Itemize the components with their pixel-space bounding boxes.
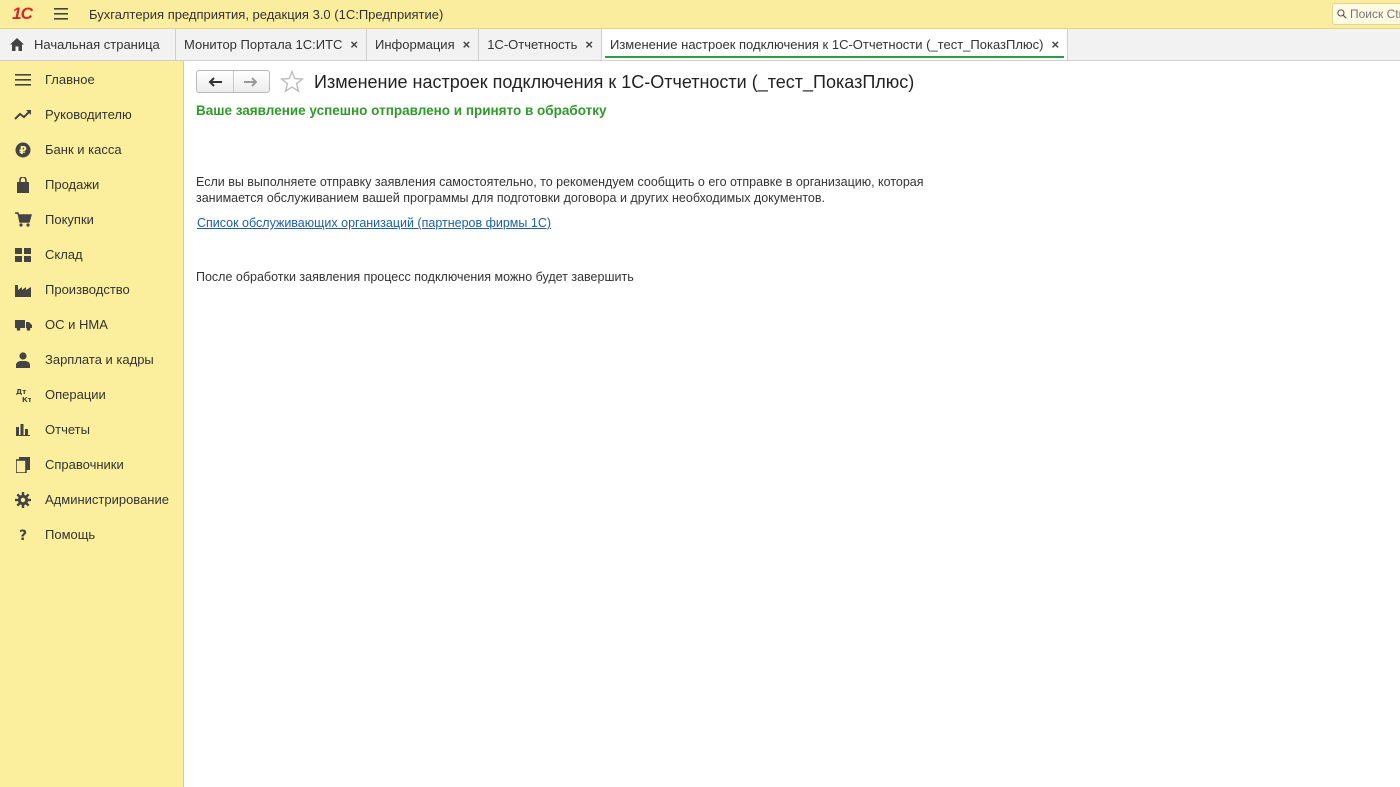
- close-icon[interactable]: ×: [585, 38, 593, 51]
- person-icon: [14, 351, 32, 369]
- menu-lines-icon: [14, 71, 32, 89]
- close-icon[interactable]: ×: [350, 38, 358, 51]
- after-processing-text: После обработки заявления процесс подклю…: [196, 270, 634, 284]
- sidebar-item-label: Руководителю: [45, 107, 132, 122]
- sidebar-item-salary[interactable]: Зарплата и кадры: [0, 342, 183, 377]
- books-icon: [14, 456, 32, 474]
- sidebar-item-bank[interactable]: ₽ Банк и касса: [0, 132, 183, 167]
- tab-label: Монитор Портала 1С:ИТС: [184, 37, 343, 52]
- cart-icon: [14, 211, 32, 229]
- arrow-left-icon: [208, 76, 222, 87]
- sidebar-item-purchases[interactable]: Покупки: [0, 202, 183, 237]
- logo-text: 1С: [12, 4, 33, 23]
- tab-label: Изменение настроек подключения к 1С-Отче…: [609, 37, 1044, 52]
- shopping-bag-icon: [14, 176, 32, 194]
- success-message: Ваше заявление успешно отправлено и прин…: [196, 103, 607, 118]
- sidebar-item-label: Главное: [45, 72, 95, 87]
- tab-bar: Начальная страница Монитор Портала 1С:ИТ…: [0, 29, 1400, 61]
- tab-label: Начальная страница: [34, 37, 160, 52]
- app-title: Бухгалтерия предприятия, редакция 3.0 (1…: [89, 6, 444, 22]
- sidebar-item-production[interactable]: Производство: [0, 272, 183, 307]
- tab-portal-monitor[interactable]: Монитор Портала 1С:ИТС ×: [176, 29, 368, 60]
- svg-text:₽: ₽: [19, 144, 27, 157]
- sidebar-item-administration[interactable]: Администрирование: [0, 482, 183, 517]
- svg-text:Дт: Дт: [16, 388, 27, 396]
- tab-1c-reporting[interactable]: 1С-Отчетность ×: [479, 29, 602, 60]
- ruble-coin-icon: ₽: [14, 141, 32, 159]
- dt-kt-icon: Дт Кт: [14, 386, 32, 404]
- question-icon: ?: [14, 526, 32, 544]
- tab-label: 1С-Отчетность: [487, 37, 578, 52]
- tab-home[interactable]: Начальная страница: [0, 29, 176, 60]
- sidebar-item-label: Администрирование: [45, 492, 169, 507]
- sidebar-item-label: Производство: [45, 282, 130, 297]
- favorite-star-icon[interactable]: [279, 69, 305, 94]
- sidebar-item-label: Зарплата и кадры: [45, 352, 154, 367]
- 1c-logo[interactable]: 1С: [0, 0, 44, 29]
- trend-up-icon: [14, 106, 32, 124]
- sidebar-item-help[interactable]: ? Помощь: [0, 517, 183, 552]
- history-nav: [196, 70, 270, 93]
- sidebar-item-manager[interactable]: Руководителю: [0, 97, 183, 132]
- sidebar-item-label: Справочники: [45, 457, 124, 472]
- warehouse-grid-icon: [14, 246, 32, 264]
- tab-label: Информация: [375, 37, 455, 52]
- factory-icon: [14, 281, 32, 299]
- sidebar-item-label: Продажи: [45, 177, 100, 192]
- tab-information[interactable]: Информация ×: [367, 29, 480, 60]
- home-icon: [10, 38, 24, 51]
- gear-icon: [14, 491, 32, 509]
- svg-text:Кт: Кт: [22, 396, 31, 403]
- truck-icon: [14, 316, 32, 334]
- arrow-right-icon: [244, 76, 258, 87]
- sidebar-item-label: Покупки: [45, 212, 94, 227]
- search-icon: [1337, 9, 1347, 19]
- sidebar-item-warehouse[interactable]: Склад: [0, 237, 183, 272]
- close-icon[interactable]: ×: [463, 38, 471, 51]
- search-box[interactable]: [1332, 3, 1400, 25]
- sidebar-item-label: Операции: [45, 387, 106, 402]
- search-input[interactable]: [1350, 7, 1400, 21]
- close-icon[interactable]: ×: [1052, 38, 1060, 51]
- svg-text:?: ?: [19, 528, 27, 543]
- page-title: Изменение настроек подключения к 1С-Отче…: [314, 72, 915, 92]
- sidebar-item-label: Склад: [45, 247, 83, 262]
- sidebar-item-sales[interactable]: Продажи: [0, 167, 183, 202]
- sidebar-item-label: ОС и НМА: [45, 317, 108, 332]
- sidebar-item-label: Помощь: [45, 527, 96, 542]
- sidebar-item-fixed-assets[interactable]: ОС и НМА: [0, 307, 183, 342]
- hamburger-icon: [54, 8, 68, 20]
- forward-button[interactable]: [234, 71, 270, 92]
- info-text: Если вы выполняете отправку заявления са…: [196, 175, 924, 205]
- sidebar-item-label: Банк и касса: [45, 142, 122, 157]
- title-bar: 1С Бухгалтерия предприятия, редакция 3.0…: [0, 0, 1400, 29]
- sidebar-item-directories[interactable]: Справочники: [0, 447, 183, 482]
- sidebar-item-main[interactable]: Главное: [0, 62, 183, 97]
- sidebar: Главное Руководителю ₽ Банк и касса Прод…: [0, 61, 184, 787]
- sidebar-item-label: Отчеты: [45, 422, 90, 437]
- tab-connection-settings[interactable]: Изменение настроек подключения к 1С-Отче…: [601, 29, 1069, 60]
- bar-chart-icon: [14, 421, 32, 439]
- sidebar-item-reports[interactable]: Отчеты: [0, 412, 183, 447]
- back-button[interactable]: [197, 71, 234, 92]
- partners-list-link[interactable]: Список обслуживающих организаций (партне…: [197, 216, 551, 230]
- sidebar-item-operations[interactable]: Дт Кт Операции: [0, 377, 183, 412]
- main-menu-button[interactable]: [44, 0, 78, 29]
- main-content: Изменение настроек подключения к 1С-Отче…: [184, 61, 1400, 787]
